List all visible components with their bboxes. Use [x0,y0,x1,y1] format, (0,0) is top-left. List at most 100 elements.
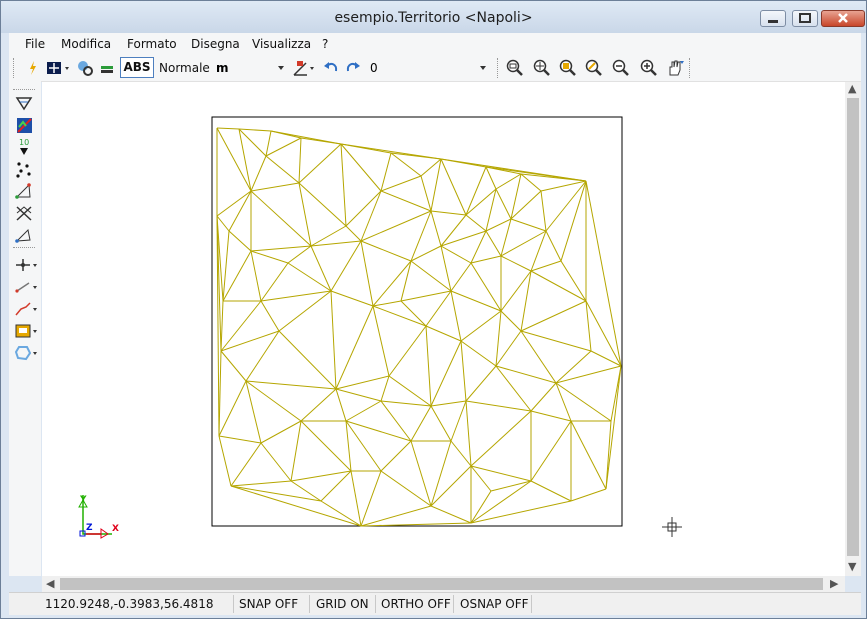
pan-button[interactable] [665,58,685,78]
polygon-tool[interactable] [13,343,39,363]
osnap-status[interactable]: OSNAP OFF [460,597,529,611]
toolbar-grip [13,58,14,78]
vertical-scroll-thumb[interactable] [847,98,859,556]
status-separator [531,595,532,613]
close-icon [838,13,848,23]
properties-button[interactable] [75,58,95,78]
zoom-window-button[interactable] [505,58,525,78]
delete-triangles-tool[interactable] [13,203,35,223]
scroll-down-icon[interactable]: ▼ [848,560,856,573]
draw-point-tool[interactable] [13,93,35,113]
layer-select[interactable]: 0 [368,59,488,77]
horizontal-scrollbar[interactable]: ◀ ▶ [42,576,845,592]
app-window: esempio.Territorio <Napoli> File Modific… [0,0,867,619]
chevron-down-icon [278,66,284,70]
snap-point-tool[interactable] [13,255,39,275]
snap-point-icon [47,62,69,74]
polyline-icon [15,302,37,316]
abs-toggle[interactable]: ABS [120,57,154,78]
properties-icon [78,61,93,76]
toolbar-separator [497,58,498,78]
zoom-in-icon [640,59,657,76]
zoom-center-icon [533,59,550,76]
status-separator [309,595,310,613]
grid-status[interactable]: GRID ON [316,597,369,611]
edit-triangles-tool[interactable] [13,225,35,245]
terrain-icon [17,118,32,133]
points-tool[interactable] [13,159,35,179]
polyline-tool[interactable] [13,299,39,319]
redo-button[interactable] [343,58,363,78]
triangulate-icon [15,183,31,199]
vertical-scrollbar[interactable]: ▲ ▼ [845,82,861,576]
layer-icon [101,66,113,73]
axis-z-label: Z [86,523,93,533]
line-icon [15,282,37,293]
menu-disegna[interactable]: Disegna [191,37,240,51]
draw-toolbar: 10 [9,81,41,576]
toolbar-separator [689,58,690,78]
toolbar-grip [13,89,35,90]
coordinates-readout: 1120.9248,-0.3983,56.4818 [45,597,214,611]
minimize-icon [768,20,778,23]
ortho-status[interactable]: ORTHO OFF [381,597,451,611]
menu-help[interactable]: ? [322,37,328,51]
zoom-realtime-icon [585,59,602,76]
zoom-realtime-button[interactable] [584,58,604,78]
menu-formato[interactable]: Formato [127,37,177,51]
scroll-up-icon[interactable]: ▲ [848,82,856,95]
polygon-icon [14,346,37,361]
toolbar-grip [13,247,35,248]
zoom-window-icon [506,59,523,76]
elevation-tool[interactable]: 10 [13,137,35,157]
dimension-dropdown[interactable] [291,58,317,78]
layer-button[interactable] [97,58,117,78]
chevron-down-icon [480,66,486,70]
dimension-icon [293,61,314,76]
elevation-icon: 10 [19,138,29,155]
main-toolbar: ABS Normale m 0 [9,55,861,82]
triangulate-tool[interactable] [13,181,35,201]
undo-icon [324,62,338,72]
snap-status[interactable]: SNAP OFF [239,597,298,611]
menu-visualizza[interactable]: Visualizza [252,37,311,51]
drawing-canvas[interactable]: Y Z X [42,82,845,576]
status-bar: 1120.9248,-0.3983,56.4818 SNAP OFF GRID … [9,592,861,615]
zoom-extents-button[interactable] [558,58,578,78]
menu-modifica[interactable]: Modifica [61,37,111,51]
text-style-select[interactable]: Normale [159,61,210,75]
lightning-button[interactable] [23,58,43,78]
unit-value: m [216,61,229,75]
close-button[interactable] [821,10,865,27]
menu-bar: File Modifica Formato Disegna Visualizza… [9,33,861,55]
terrain-tool[interactable] [13,115,35,135]
menu-file[interactable]: File [25,37,45,51]
block-tool[interactable] [13,321,39,341]
edit-triangles-icon [15,228,31,243]
title-bar[interactable]: esempio.Territorio <Napoli> [1,1,866,33]
triangle-tool-icon [15,97,33,111]
zoom-center-button[interactable] [532,58,552,78]
zoom-in-button[interactable] [639,58,659,78]
points-icon [16,162,31,178]
maximize-button[interactable] [792,10,818,27]
redo-icon [346,62,360,72]
scroll-left-icon[interactable]: ◀ [46,577,54,590]
undo-button[interactable] [321,58,341,78]
delete-triangles-icon [16,206,32,221]
lightning-icon [30,61,36,75]
zoom-out-icon [612,59,629,76]
horizontal-scroll-thumb[interactable] [60,578,823,590]
line-tool[interactable] [13,277,39,297]
ucs-axis-icon: Y Z X [78,495,119,539]
axis-x-label: X [112,524,119,534]
scroll-right-icon[interactable]: ▶ [830,577,838,590]
minimize-button[interactable] [760,10,786,27]
zoom-out-button[interactable] [611,58,631,78]
unit-select[interactable]: m [214,59,286,77]
window-title: esempio.Territorio <Napoli> [334,10,533,26]
snap-mode-dropdown[interactable] [45,58,71,78]
zoom-extents-icon [559,59,576,76]
block-icon [15,324,37,338]
pan-hand-icon [669,60,684,76]
